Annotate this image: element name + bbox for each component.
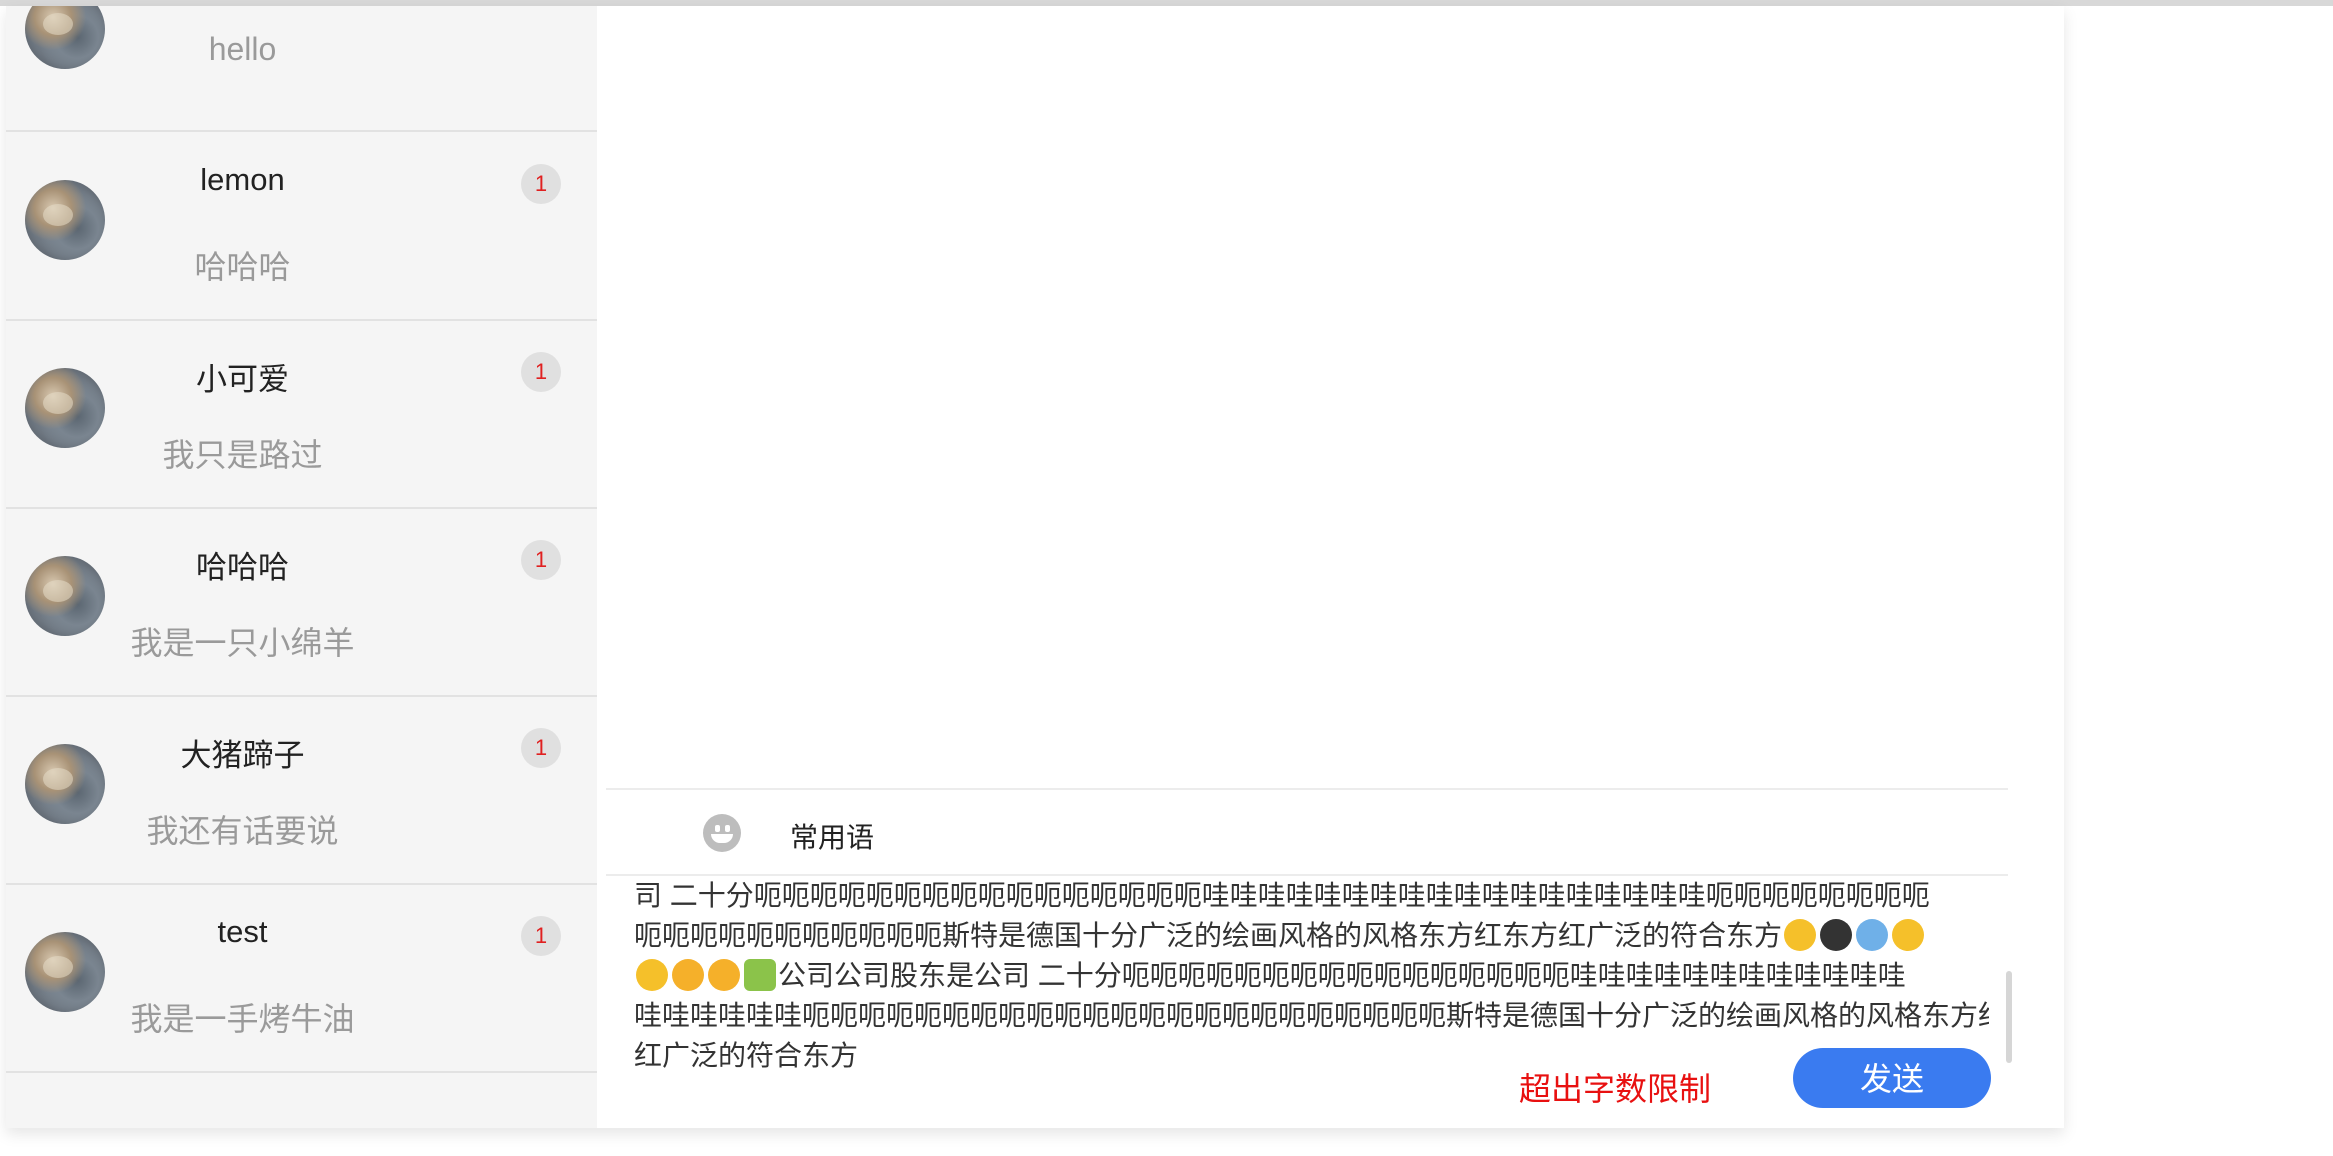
contact-name: 小可爱 — [196, 362, 289, 397]
scream-emoji-icon — [1856, 919, 1889, 951]
editor-line: 司 二十分呃呃呃呃呃呃呃呃呃呃呃呃呃呃呃呃哇哇哇哇哇哇哇哇哇哇哇哇哇哇哇哇哇哇呃… — [634, 880, 1930, 911]
contact-last-message: 我只是路过 — [162, 437, 323, 473]
thumbs-up-emoji-icon — [744, 959, 776, 991]
thinking-emoji-icon — [636, 959, 668, 991]
astonished-emoji-icon — [708, 959, 740, 991]
contact-item[interactable]: lemon 1 哈哈哈 — [6, 132, 597, 321]
contact-name: test — [217, 914, 268, 949]
char-limit-warning: 超出字数限制 — [1519, 1071, 1712, 1107]
contact-last-message: 我是一手烤牛油 — [130, 1001, 355, 1037]
contact-item[interactable]: 大猪蹄子 1 我还有话要说 — [6, 696, 597, 885]
contact-name: 哈哈哈 — [196, 550, 289, 585]
editor-line-text: 公司公司股东是公司 二十分呃呃呃呃呃呃呃呃呃呃呃呃呃呃呃呃哇哇哇哇哇哇哇哇哇哇哇… — [778, 960, 1906, 991]
astonished-emoji-icon — [672, 959, 704, 991]
unread-badge: 1 — [521, 916, 561, 956]
editor-line: 红广泛的符合东方 — [634, 1040, 859, 1071]
contact-item[interactable]: hello — [6, 6, 597, 132]
contact-list[interactable]: hello lemon 1 哈哈哈 小可爱 1 我只是路过 哈哈哈 1 我是一只… — [6, 6, 597, 1128]
chat-panel: 常用语 司 二十分呃呃呃呃呃呃呃呃呃呃呃呃呃呃呃呃哇哇哇哇哇哇哇哇哇哇哇哇哇哇哇… — [606, 6, 2064, 1128]
contact-item[interactable]: test 1 我是一手烤牛油 — [6, 884, 597, 1073]
unread-badge: 1 — [521, 728, 561, 768]
contact-last-message: 哈哈哈 — [194, 249, 291, 285]
editor-line: 公司公司股东是公司 二十分呃呃呃呃呃呃呃呃呃呃呃呃呃呃呃呃哇哇哇哇哇哇哇哇哇哇哇… — [634, 956, 1989, 996]
contact-item[interactable]: 哈哈哈 1 我是一只小绵羊 — [6, 508, 597, 697]
editor-scrollbar[interactable] — [2006, 971, 2012, 1063]
grin-emoji-icon — [1784, 919, 1817, 951]
contact-last-message: 我是一只小绵羊 — [130, 625, 355, 661]
contact-last-message: hello — [208, 31, 277, 67]
editor-line: 呃呃呃呃呃呃呃呃呃呃呃斯特是德国十分广泛的绘画风格的风格东方红东方红广泛的符合东… — [634, 916, 1989, 956]
common-phrases-button[interactable]: 常用语 — [790, 816, 874, 856]
unread-badge: 1 — [521, 540, 561, 580]
chat-app: hello lemon 1 哈哈哈 小可爱 1 我只是路过 哈哈哈 1 我是一只… — [6, 6, 2064, 1128]
message-input[interactable]: 司 二十分呃呃呃呃呃呃呃呃呃呃呃呃呃呃呃呃哇哇哇哇哇哇哇哇哇哇哇哇哇哇哇哇哇哇呃… — [634, 876, 1989, 1084]
contact-name: lemon — [200, 162, 285, 197]
unread-badge: 1 — [521, 352, 561, 392]
input-toolbar: 常用语 — [606, 788, 2008, 876]
send-button[interactable]: 发送 — [1793, 1048, 1991, 1108]
editor-line-text: 呃呃呃呃呃呃呃呃呃呃呃斯特是德国十分广泛的绘画风格的风格东方红东方红广泛的符合东… — [634, 920, 1783, 951]
contact-name: 大猪蹄子 — [180, 738, 305, 773]
contact-item[interactable]: 小可爱 1 我只是路过 — [6, 320, 597, 509]
emoji-icon[interactable] — [703, 814, 741, 852]
laugh-emoji-icon — [1892, 919, 1925, 951]
contact-last-message: 我还有话要说 — [146, 813, 339, 849]
unread-badge: 1 — [521, 164, 561, 204]
owl-emoji-icon — [1820, 919, 1853, 951]
editor-line: 哇哇哇哇哇哇呃呃呃呃呃呃呃呃呃呃呃呃呃呃呃呃呃呃呃呃呃呃呃斯特是德国十分广泛的绘… — [634, 1000, 1989, 1031]
